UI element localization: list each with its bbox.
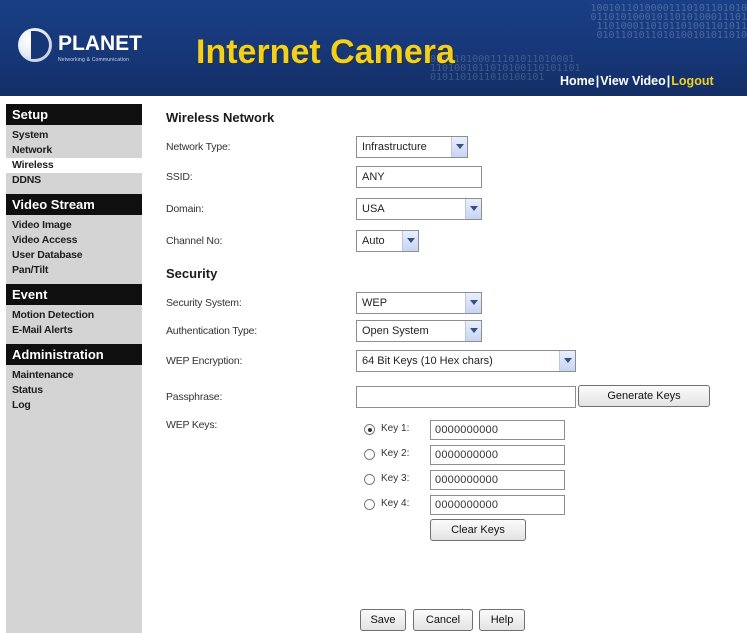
planet-logo-icon [18,28,52,62]
clear-keys-button[interactable]: Clear Keys [430,519,526,541]
main-content: Wireless Network Network Type: Infrastru… [146,104,747,633]
chevron-down-icon [559,351,575,371]
security-system-label: Security System: [166,297,242,309]
auth-type-label: Authentication Type: [166,325,257,337]
save-button[interactable]: Save [360,609,406,631]
sidebar-heading-video-stream: Video Stream [6,194,142,215]
wep-encryption-select[interactable]: 64 Bit Keys (10 Hex chars) [356,350,576,372]
sidebar-item-motion-detection[interactable]: Motion Detection [6,308,142,323]
sidebar-item-user-database[interactable]: User Database [6,248,142,263]
cancel-button[interactable]: Cancel [413,609,473,631]
network-type-select[interactable]: Infrastructure [356,136,468,158]
sidebar: Setup System Network Wireless DDNS Video… [6,104,142,633]
sidebar-section-video-stream: Video Stream Video Image Video Access Us… [6,194,142,278]
planet-logo[interactable]: PLANET Networking & Communication [18,28,158,68]
sidebar-item-ddns[interactable]: DDNS [6,173,142,188]
chevron-down-icon [465,199,481,219]
brand-name: PLANET [58,32,142,55]
channel-label: Channel No: [166,235,223,247]
network-type-label: Network Type: [166,141,231,153]
chevron-down-icon [402,231,418,251]
network-type-value: Infrastructure [362,141,427,153]
sidebar-item-email-alerts[interactable]: E-Mail Alerts [6,323,142,338]
sidebar-heading-setup: Setup [6,104,142,125]
wireless-network-heading: Wireless Network [166,110,275,125]
sidebar-section-administration: Administration Maintenance Status Log [6,344,142,413]
ssid-label: SSID: [166,171,193,183]
domain-label: Domain: [166,203,204,215]
ssid-input[interactable]: ANY [356,166,482,188]
channel-select[interactable]: Auto [356,230,419,252]
help-button[interactable]: Help [479,609,525,631]
key-3-radio[interactable] [364,474,375,485]
sidebar-item-video-access[interactable]: Video Access [6,233,142,248]
sidebar-item-status[interactable]: Status [6,383,142,398]
key-2-input[interactable]: 0000000000 [430,445,565,465]
key-1-radio[interactable] [364,424,375,435]
key-2-radio[interactable] [364,449,375,460]
key-2-label: Key 2: [381,448,410,459]
sidebar-section-setup: Setup System Network Wireless DDNS [6,104,142,188]
sidebar-heading-administration: Administration [6,344,142,365]
brand-tagline: Networking & Communication [58,57,130,63]
key-4-input[interactable]: 0000000000 [430,495,565,515]
auth-type-select[interactable]: Open System [356,320,482,342]
sidebar-item-network[interactable]: Network [6,143,142,158]
security-heading: Security [166,266,218,281]
generate-keys-button[interactable]: Generate Keys [578,385,710,407]
nav-separator: | [666,74,671,88]
wep-encryption-label: WEP Encryption: [166,355,243,367]
sidebar-section-event: Event Motion Detection E-Mail Alerts [6,284,142,338]
home-link[interactable]: Home [560,74,595,88]
wep-key-row: Key 4: 0000000000 [364,495,574,515]
sidebar-item-video-image[interactable]: Video Image [6,218,142,233]
sidebar-item-log[interactable]: Log [6,398,142,413]
binary-decoration: 10010110100001110101101010 0110101000101… [590,3,747,41]
channel-value: Auto [362,235,385,247]
wep-key-row: Key 3: 0000000000 [364,470,574,490]
wep-key-row: Key 1: 0000000000 [364,420,574,440]
wep-keys-label: WEP Keys: [166,419,218,431]
chevron-down-icon [451,137,467,157]
sidebar-heading-event: Event [6,284,142,305]
key-1-label: Key 1: [381,423,410,434]
nav-separator: | [595,74,600,88]
header-banner: 10010110100001110101101010 0110101000101… [0,0,747,96]
key-3-label: Key 3: [381,473,410,484]
wep-encryption-value: 64 Bit Keys (10 Hex chars) [362,355,493,367]
key-3-input[interactable]: 0000000000 [430,470,565,490]
sidebar-item-wireless[interactable]: Wireless [6,158,142,173]
key-4-radio[interactable] [364,499,375,510]
domain-select[interactable]: USA [356,198,482,220]
security-system-select[interactable]: WEP [356,292,482,314]
sidebar-item-system[interactable]: System [6,128,142,143]
auth-type-value: Open System [362,325,429,337]
key-4-label: Key 4: [381,498,410,509]
top-nav: Home|View Video|Logout [560,74,714,92]
domain-value: USA [362,203,385,215]
sidebar-item-maintenance[interactable]: Maintenance [6,368,142,383]
chevron-down-icon [465,293,481,313]
wep-key-row: Key 2: 0000000000 [364,445,574,465]
security-system-value: WEP [362,297,388,309]
sidebar-item-pan-tilt[interactable]: Pan/Tilt [6,263,142,278]
passphrase-input[interactable] [356,386,576,408]
page-title: Internet Camera [196,33,455,71]
logout-link[interactable]: Logout [671,74,713,88]
key-1-input[interactable]: 0000000000 [430,420,565,440]
chevron-down-icon [465,321,481,341]
view-video-link[interactable]: View Video [600,74,666,88]
passphrase-label: Passphrase: [166,391,223,403]
